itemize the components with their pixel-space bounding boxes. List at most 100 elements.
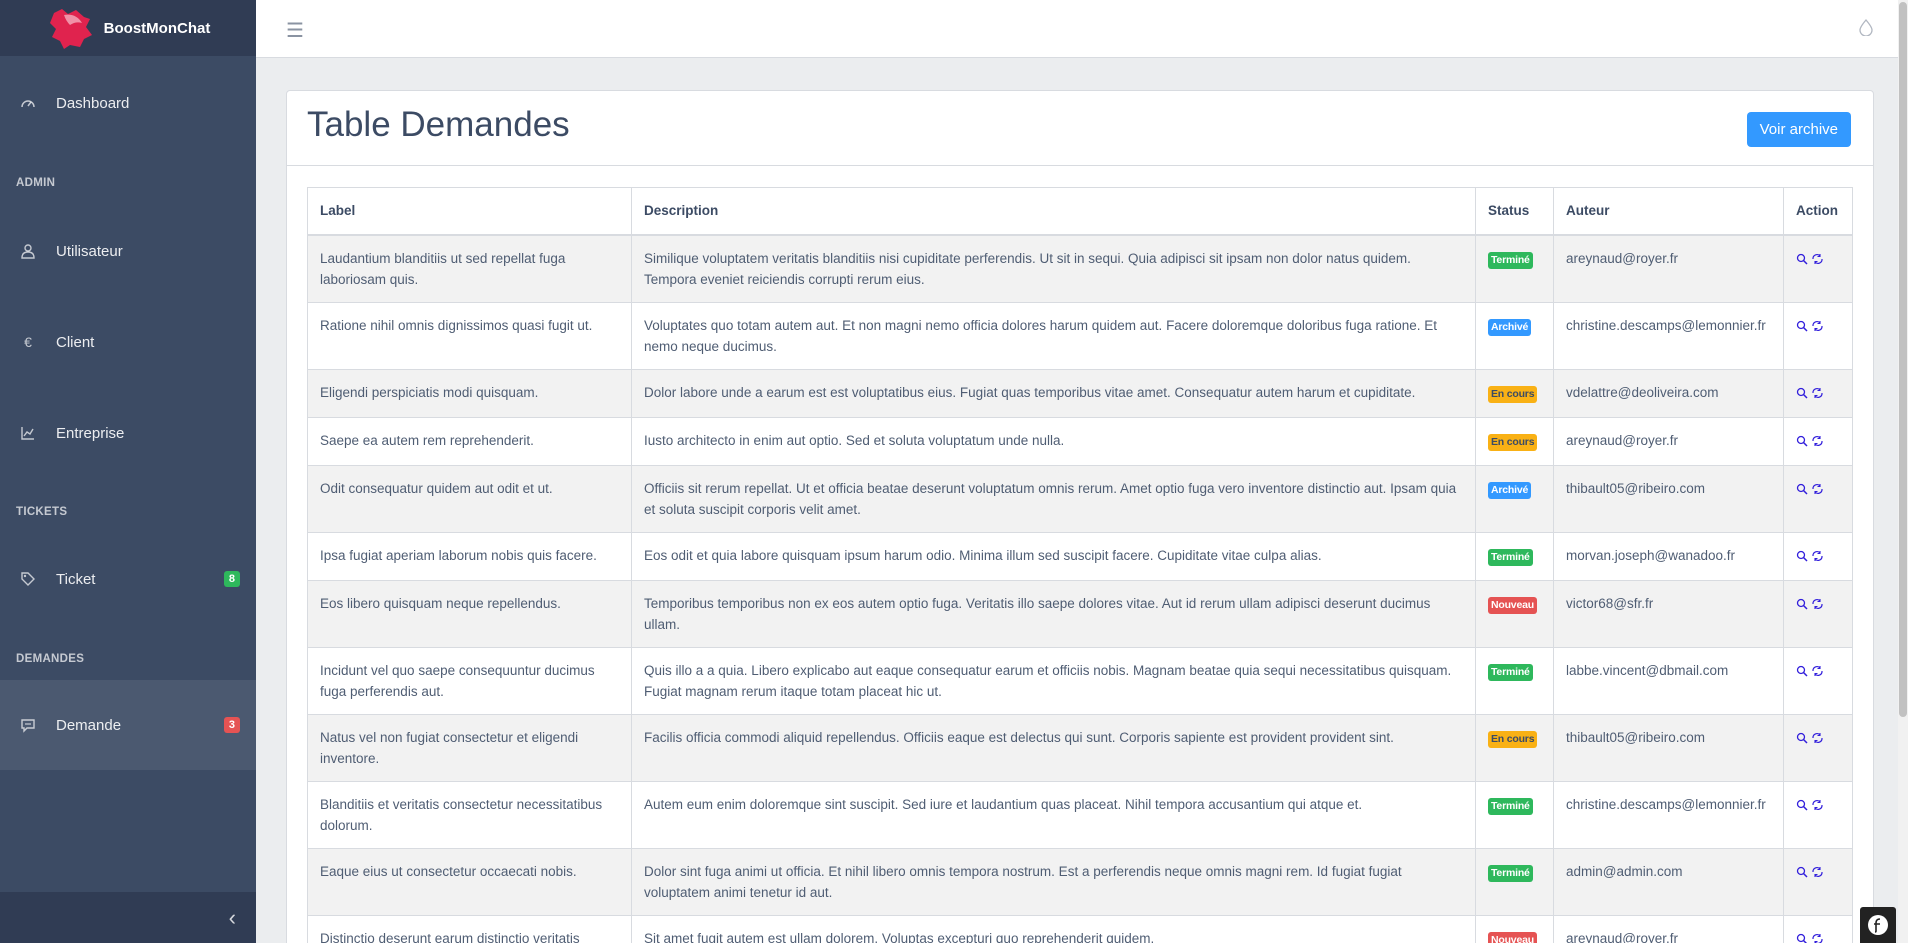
refresh-icon[interactable] bbox=[1811, 595, 1824, 616]
menu-toggle-icon[interactable]: ☰ bbox=[286, 18, 304, 43]
sidebar-item-utilisateur[interactable]: Utilisateur bbox=[0, 223, 256, 279]
status-badge: Terminé bbox=[1488, 864, 1533, 882]
refresh-icon[interactable] bbox=[1811, 863, 1824, 884]
cell-label: Distinctio deserunt earum distinctio ver… bbox=[307, 914, 632, 943]
cell-label: Laudantium blanditiis ut sed repellat fu… bbox=[307, 234, 632, 303]
status-badge: Archivé bbox=[1488, 318, 1532, 336]
table-row: Laudantium blanditiis ut sed repellat fu… bbox=[307, 234, 1853, 303]
cell-status: En cours bbox=[1475, 416, 1554, 466]
card-header: Table Demandes Voir archive bbox=[287, 91, 1873, 166]
cell-auteur: victor68@sfr.fr bbox=[1553, 579, 1784, 648]
refresh-icon[interactable] bbox=[1811, 250, 1824, 271]
drop-icon[interactable] bbox=[1858, 18, 1874, 41]
column-header-description[interactable]: Description bbox=[631, 187, 1476, 236]
status-badge: Nouveau bbox=[1488, 931, 1537, 943]
speedometer-icon bbox=[0, 95, 56, 111]
column-header-status[interactable]: Status bbox=[1475, 187, 1554, 236]
sidebar-item-ticket[interactable]: Ticket 8 bbox=[0, 551, 256, 607]
refresh-icon[interactable] bbox=[1811, 796, 1824, 817]
cell-action bbox=[1783, 416, 1853, 466]
status-badge: En cours bbox=[1488, 433, 1538, 451]
refresh-icon[interactable] bbox=[1811, 432, 1824, 453]
tag-icon bbox=[0, 571, 56, 587]
refresh-icon[interactable] bbox=[1811, 384, 1824, 405]
status-badge: Terminé bbox=[1488, 251, 1533, 269]
table-row: Eaque eius ut consectetur occaecati nobi… bbox=[307, 847, 1853, 916]
cell-action bbox=[1783, 847, 1853, 916]
brand[interactable]: BoostMonChat bbox=[0, 0, 256, 56]
cell-description: Voluptates quo totam autem aut. Et non m… bbox=[631, 301, 1476, 370]
cell-description: Similique voluptatem veritatis blanditii… bbox=[631, 234, 1476, 303]
user-icon bbox=[0, 243, 56, 259]
view-icon[interactable] bbox=[1796, 250, 1808, 271]
cell-action bbox=[1783, 713, 1853, 782]
cell-auteur: christine.descamps@lemonnier.fr bbox=[1553, 301, 1784, 370]
cell-auteur: thibault05@ribeiro.com bbox=[1553, 713, 1784, 782]
refresh-icon[interactable] bbox=[1811, 317, 1824, 338]
sidebar-item-dashboard[interactable]: Dashboard bbox=[0, 75, 256, 131]
section-title-tickets: TICKETS bbox=[16, 506, 68, 518]
sidebar-item-demande[interactable]: Demande 3 bbox=[0, 680, 256, 770]
refresh-icon[interactable] bbox=[1811, 480, 1824, 501]
demande-count-badge: 3 bbox=[223, 717, 240, 733]
view-icon[interactable] bbox=[1796, 384, 1808, 405]
cell-description: Autem eum enim doloremque sint suscipit.… bbox=[631, 780, 1476, 849]
status-badge: Terminé bbox=[1488, 548, 1533, 566]
symfony-toolbar-icon[interactable] bbox=[1860, 907, 1896, 943]
header: ☰ bbox=[256, 0, 1908, 58]
cell-description: Facilis officia commodi aliquid repellen… bbox=[631, 713, 1476, 782]
view-icon[interactable] bbox=[1796, 547, 1808, 568]
column-header-label[interactable]: Label bbox=[307, 187, 632, 236]
table-row: Eligendi perspiciatis modi quisquam. Dolo… bbox=[307, 368, 1853, 418]
cell-label: Eaque eius ut consectetur occaecati nobi… bbox=[307, 847, 632, 916]
cell-description: Eos odit et quia labore quisquam ipsum h… bbox=[631, 531, 1476, 581]
scrollbar-thumb[interactable] bbox=[1899, 2, 1907, 717]
refresh-icon[interactable] bbox=[1811, 662, 1824, 683]
sidebar-minimizer[interactable]: ‹ bbox=[0, 892, 256, 943]
brand-name: BoostMonChat bbox=[103, 19, 211, 37]
sidebar-item-label: Client bbox=[56, 333, 95, 351]
status-badge: Nouveau bbox=[1488, 596, 1537, 614]
sidebar-item-client[interactable]: € Client bbox=[0, 314, 256, 370]
cell-auteur: admin@admin.com bbox=[1553, 847, 1784, 916]
refresh-icon[interactable] bbox=[1811, 729, 1824, 750]
section-title-admin: ADMIN bbox=[16, 177, 56, 189]
cell-label: Natus vel non fugiat consectetur et elig… bbox=[307, 713, 632, 782]
cell-auteur: areynaud@royer.fr bbox=[1553, 914, 1784, 943]
view-icon[interactable] bbox=[1796, 729, 1808, 750]
table-row: Odit consequatur quidem aut odit et ut. O… bbox=[307, 464, 1853, 533]
view-icon[interactable] bbox=[1796, 432, 1808, 453]
cell-status: Nouveau bbox=[1475, 914, 1554, 943]
status-badge: Archivé bbox=[1488, 481, 1532, 499]
table-row: Blanditiis et veritatis consectetur nece… bbox=[307, 780, 1853, 849]
sidebar-item-entreprise[interactable]: Entreprise bbox=[0, 405, 256, 461]
page-title: Table Demandes bbox=[307, 105, 570, 144]
cell-status: Archivé bbox=[1475, 464, 1554, 533]
cell-label: Eligendi perspiciatis modi quisquam. bbox=[307, 368, 632, 418]
refresh-icon[interactable] bbox=[1811, 547, 1824, 568]
view-icon[interactable] bbox=[1796, 595, 1808, 616]
refresh-icon[interactable] bbox=[1811, 930, 1824, 943]
column-header-auteur[interactable]: Auteur bbox=[1553, 187, 1784, 236]
view-icon[interactable] bbox=[1796, 480, 1808, 501]
view-icon[interactable] bbox=[1796, 662, 1808, 683]
table-row: Eos libero quisquam neque repellendus. Te… bbox=[307, 579, 1853, 648]
cell-description: Officiis sit rerum repellat. Ut et offic… bbox=[631, 464, 1476, 533]
cell-description: Dolor labore unde a earum est est volupt… bbox=[631, 368, 1476, 418]
sidebar-item-label: Entreprise bbox=[56, 424, 125, 442]
cell-auteur: christine.descamps@lemonnier.fr bbox=[1553, 780, 1784, 849]
status-badge: En cours bbox=[1488, 385, 1538, 403]
view-icon[interactable] bbox=[1796, 863, 1808, 884]
cell-status: Terminé bbox=[1475, 847, 1554, 916]
cell-status: En cours bbox=[1475, 713, 1554, 782]
cell-auteur: areynaud@royer.fr bbox=[1553, 416, 1784, 466]
cell-action bbox=[1783, 234, 1853, 303]
view-icon[interactable] bbox=[1796, 796, 1808, 817]
cell-auteur: thibault05@ribeiro.com bbox=[1553, 464, 1784, 533]
view-icon[interactable] bbox=[1796, 930, 1808, 943]
voir-archive-button[interactable]: Voir archive bbox=[1746, 112, 1851, 147]
view-icon[interactable] bbox=[1796, 317, 1808, 338]
cell-action bbox=[1783, 646, 1853, 715]
sidebar: BoostMonChat Dashboard ADMIN Utilisateur… bbox=[0, 0, 256, 943]
page-scrollbar[interactable] bbox=[1898, 0, 1908, 943]
